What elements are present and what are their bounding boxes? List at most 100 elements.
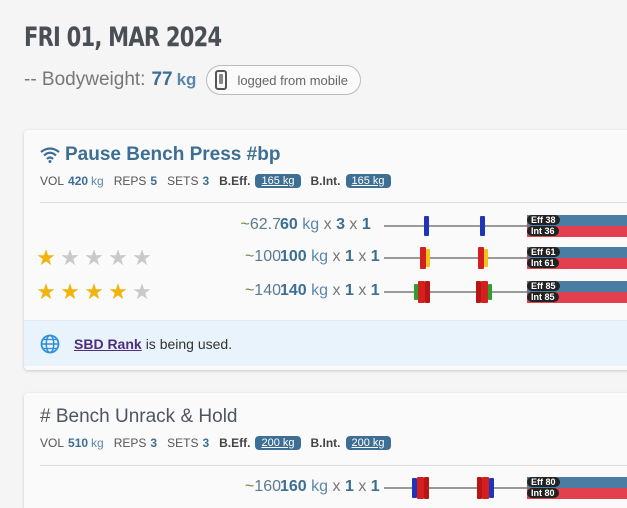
- plate-blue: [480, 216, 485, 236]
- exercise-stats: VOL 420 kg REPS 5 SETS 3 B.Eff. 165 kg B…: [40, 174, 401, 188]
- plate-red: [482, 477, 489, 499]
- star-icon[interactable]: ★: [34, 281, 58, 303]
- effort-intensity-bars: Eff 80 Int 80: [527, 476, 627, 500]
- set-row[interactable]: ★ ★ ★ ★ ★ ~140 140 kg x 1 x 1 Eff 85 Int…: [24, 277, 627, 307]
- set-row[interactable]: ~62.7 60 kg x 3 x 1 Eff 38 Int 36: [24, 211, 627, 241]
- times-symbol: x: [323, 216, 332, 233]
- plate-red: [424, 477, 429, 499]
- star-icon[interactable]: ★: [106, 281, 130, 303]
- exercise-title-row[interactable]: # Bench Unrack & Hold: [40, 406, 238, 428]
- beff-badge[interactable]: 165 kg: [255, 174, 301, 188]
- set-row[interactable]: ★ ★ ★ ★ ★ ~100 100 kg x 1 x 1 Eff 61 Int…: [24, 243, 627, 273]
- beff-badge[interactable]: 200 kg: [255, 436, 301, 450]
- star-icon[interactable]: ★: [82, 281, 106, 303]
- e1rm-prefix: ~: [244, 248, 255, 265]
- set-weight: 160: [280, 478, 307, 495]
- set-unit: kg: [311, 248, 329, 265]
- plate-green: [488, 284, 492, 300]
- set-unit: kg: [311, 282, 329, 299]
- divider: [40, 465, 627, 466]
- star-icon[interactable]: ★: [58, 247, 82, 269]
- exercise-card-bench-unrack: # Bench Unrack & Hold VOL 510 kg REPS 3 …: [24, 393, 627, 508]
- effort-label: Eff 85: [527, 281, 560, 291]
- times-symbol: x: [349, 216, 358, 233]
- e1rm-prefix: ~: [244, 478, 255, 495]
- barbell-bar: [384, 225, 534, 227]
- sets-value: 3: [202, 174, 210, 188]
- star-icon[interactable]: ★: [58, 281, 82, 303]
- set-reps: 1: [344, 282, 354, 299]
- set-load: 60 kg x 3 x 1: [280, 216, 371, 234]
- set-unit: kg: [311, 478, 329, 495]
- exercise-title-row[interactable]: Pause Bench Press #bp: [40, 144, 280, 166]
- times-symbol: x: [358, 282, 367, 299]
- beff-label: B.Eff.: [219, 436, 251, 450]
- barbell-bar: [384, 487, 534, 489]
- barbell-plates: [384, 246, 534, 270]
- barbell-plates: [384, 280, 534, 304]
- intensity-label: Int 80: [527, 488, 559, 498]
- barbell-bar: [384, 291, 534, 293]
- wifi-icon: [40, 147, 60, 163]
- reps-value: 5: [150, 174, 158, 188]
- star-icon[interactable]: ★: [130, 281, 154, 303]
- intensity-label: Int 36: [527, 226, 559, 236]
- barbell-plates: [384, 476, 534, 500]
- plate-red: [425, 281, 430, 303]
- star-rating[interactable]: ★ ★ ★ ★ ★: [34, 247, 154, 269]
- set-count: 1: [361, 216, 371, 233]
- e1rm-value: 160: [254, 478, 281, 495]
- divider: [40, 202, 627, 203]
- plate-blue: [489, 478, 494, 498]
- exercise-name[interactable]: # Bench Unrack & Hold: [40, 406, 238, 428]
- set-reps: 1: [344, 478, 354, 495]
- effort-intensity-bars: Eff 38 Int 36: [527, 214, 627, 238]
- reps-label: REPS: [113, 174, 147, 188]
- bint-badge[interactable]: 200 kg: [345, 436, 391, 450]
- times-symbol: x: [332, 248, 341, 265]
- bodyweight-unit: kg: [176, 70, 197, 89]
- mobile-label: logged from mobile: [237, 72, 348, 88]
- rank-info-text: SBD Rank is being used.: [74, 336, 232, 352]
- star-icon[interactable]: ★: [106, 247, 130, 269]
- reps-label: REPS: [113, 436, 147, 450]
- set-reps: 1: [344, 248, 354, 265]
- estimated-1rm: ~160: [245, 478, 281, 496]
- sets-label: SETS: [167, 436, 199, 450]
- barbell-plates: [384, 214, 534, 238]
- exercise-name[interactable]: Pause Bench Press #bp: [65, 144, 280, 166]
- rank-info-suffix: is being used.: [145, 335, 233, 352]
- logged-from-mobile-badge: logged from mobile: [206, 65, 361, 95]
- star-icon[interactable]: ★: [130, 247, 154, 269]
- effort-label: Eff 80: [527, 477, 560, 487]
- times-symbol: x: [358, 478, 367, 495]
- star-icon[interactable]: ★: [34, 247, 58, 269]
- set-count: 1: [370, 282, 380, 299]
- bint-badge[interactable]: 165 kg: [345, 174, 391, 188]
- set-load: 100 kg x 1 x 1: [280, 248, 380, 266]
- effort-label: Eff 61: [527, 247, 560, 257]
- plate-red: [481, 281, 488, 303]
- exercise-card-pause-bench: Pause Bench Press #bp VOL 420 kg REPS 5 …: [24, 130, 627, 370]
- star-icon[interactable]: ★: [82, 247, 106, 269]
- reps-value: 3: [150, 436, 158, 450]
- sets-value: 3: [202, 436, 210, 450]
- barbell-bar: [384, 257, 534, 259]
- plate-blue: [424, 216, 429, 236]
- set-weight: 100: [280, 248, 307, 265]
- effort-intensity-bars: Eff 61 Int 61: [527, 246, 627, 270]
- star-rating[interactable]: ★ ★ ★ ★ ★: [34, 281, 154, 303]
- set-row[interactable]: ~160 160 kg x 1 x 1 Eff 80 Int 80: [24, 473, 627, 503]
- e1rm-value: 100: [254, 248, 281, 265]
- effort-intensity-bars: Eff 85 Int 85: [527, 280, 627, 304]
- set-weight: 60: [280, 216, 298, 233]
- effort-label: Eff 38: [527, 215, 560, 225]
- vol-value: 510: [68, 436, 89, 450]
- times-symbol: x: [358, 248, 367, 265]
- sbd-rank-link[interactable]: SBD Rank: [74, 336, 142, 352]
- e1rm-value: 62.7: [249, 216, 281, 233]
- bodyweight-row: -- Bodyweight: 77 kg logged from mobile: [24, 64, 361, 96]
- phone-icon: [215, 70, 228, 90]
- set-load: 140 kg x 1 x 1: [280, 282, 380, 300]
- rank-info-box: SBD Rank is being used.: [24, 320, 627, 366]
